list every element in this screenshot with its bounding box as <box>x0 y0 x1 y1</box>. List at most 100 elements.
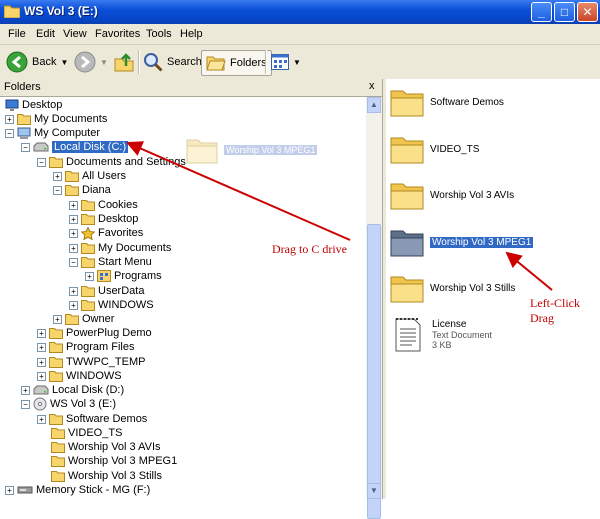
file-size-label: 3 KB <box>432 340 452 350</box>
expand-icon[interactable]: + <box>69 228 78 238</box>
tree-item-worship-vol-3-avis[interactable]: Worship Vol 3 AVIs <box>51 440 161 454</box>
expand-icon[interactable]: + <box>37 371 46 381</box>
folder-icon <box>65 171 79 182</box>
folder-icon <box>51 471 65 482</box>
tree-item-label: Cookies <box>98 199 138 211</box>
content-item-software-demos[interactable]: Software Demos <box>390 87 504 117</box>
tree-item-program-files[interactable]: + Program Files <box>37 340 134 354</box>
expand-icon[interactable]: + <box>5 485 14 495</box>
collapse-icon[interactable]: − <box>21 142 30 152</box>
tree-item-label: Local Disk (C:) <box>52 141 129 153</box>
up-folder-button[interactable] <box>114 50 134 74</box>
tree-item-owner[interactable]: + Owner <box>53 312 114 326</box>
minimize-button[interactable]: _ <box>531 2 552 22</box>
forward-button[interactable]: ▼ <box>74 50 108 74</box>
menu-tools[interactable]: Tools <box>146 28 172 40</box>
favorites-icon <box>81 226 95 240</box>
tree-item-cookies[interactable]: + Cookies <box>69 198 138 212</box>
close-folders-pane-button[interactable]: x <box>369 80 375 92</box>
tree-item-worship-vol-3-stills[interactable]: Worship Vol 3 Stills <box>51 469 162 483</box>
expand-icon[interactable]: + <box>37 328 46 338</box>
content-item-worship-vol-3-stills[interactable]: Worship Vol 3 Stills <box>390 273 515 303</box>
folders-pane-title: Folders <box>4 81 41 93</box>
expand-icon[interactable]: + <box>69 243 78 253</box>
tree-item-label: My Computer <box>34 127 101 139</box>
forward-dropdown-icon[interactable]: ▼ <box>100 58 108 67</box>
menu-view[interactable]: View <box>63 28 87 40</box>
folder-icon <box>390 137 424 164</box>
tree-item-video-ts[interactable]: VIDEO_TS <box>51 426 122 440</box>
content-item-worship-vol-3-avis[interactable]: Worship Vol 3 AVIs <box>390 180 514 210</box>
tree-item-userdata[interactable]: + UserData <box>69 284 144 298</box>
expand-icon[interactable]: + <box>5 114 14 124</box>
maximize-button[interactable]: □ <box>554 2 575 22</box>
tree-item-all-users[interactable]: + All Users <box>53 169 126 183</box>
search-button[interactable]: Search <box>143 50 202 74</box>
tree-item-label: Software Demos <box>66 413 148 425</box>
tree-item-local-disk-c[interactable]: − Local Disk (C:) <box>21 140 129 154</box>
expand-icon[interactable]: + <box>37 342 46 352</box>
expand-icon[interactable]: + <box>69 200 78 210</box>
toolbar: Back ▼ ▼ Search Folders ▼ <box>0 45 600 80</box>
menu-edit[interactable]: Edit <box>36 28 55 40</box>
tree-item-memory-stick-f[interactable]: + Memory Stick - MG (F:) <box>5 483 150 497</box>
expand-icon[interactable]: + <box>69 286 78 296</box>
window-title: WS Vol 3 (E:) <box>24 4 98 18</box>
content-item-license[interactable]: License Text Document 3 KB <box>394 317 492 353</box>
expand-icon[interactable]: + <box>53 314 62 324</box>
scroll-up-arrow-icon[interactable]: ▲ <box>367 97 381 113</box>
drag-ghost-label: Worship Vol 3 MPEG1 <box>224 145 318 155</box>
tree-item-ws-vol-3-e[interactable]: − WS Vol 3 (E:) <box>21 397 116 411</box>
collapse-icon[interactable]: − <box>5 128 14 138</box>
views-dropdown-icon[interactable]: ▼ <box>293 58 301 67</box>
tree-item-label: Desktop <box>22 99 63 111</box>
tree-item-diana[interactable]: − Diana <box>53 183 111 197</box>
back-button[interactable]: Back ▼ <box>6 50 68 74</box>
content-item-worship-vol-3-mpeg1[interactable]: Worship Vol 3 MPEG1 <box>390 227 534 257</box>
collapse-icon[interactable]: − <box>21 399 30 409</box>
search-icon <box>144 53 163 72</box>
menu-favorites[interactable]: Favorites <box>95 28 140 40</box>
views-button[interactable]: ▼ <box>271 50 301 74</box>
collapse-icon[interactable]: − <box>69 257 78 267</box>
content-pane: Software Demos VIDEO_TS Worship Vol 3 AV… <box>386 79 600 499</box>
tree-item-windows[interactable]: + WINDOWS <box>37 369 122 383</box>
tree-item-local-disk-d[interactable]: + Local Disk (D:) <box>21 383 124 397</box>
tree-item-desktop[interactable]: Desktop <box>5 98 62 112</box>
tree-item-programs[interactable]: + Programs <box>85 269 162 283</box>
folder-icon <box>49 342 63 353</box>
folder-icon <box>51 428 65 439</box>
tree-scrollbar[interactable]: ▲ ▼ <box>366 97 382 519</box>
tree-item-diana-desktop[interactable]: + Desktop <box>69 212 138 226</box>
tree-item-documents-and-settings[interactable]: − Documents and Settings <box>37 155 186 169</box>
tree-item-favorites[interactable]: + Favorites <box>69 226 143 240</box>
tree-item-my-documents[interactable]: + My Documents <box>5 112 107 126</box>
content-item-label: Worship Vol 3 Stills <box>430 282 516 294</box>
tree-item-diana-windows[interactable]: + WINDOWS <box>69 298 154 312</box>
menu-help[interactable]: Help <box>180 28 203 40</box>
expand-icon[interactable]: + <box>37 357 46 367</box>
tree-item-label: VIDEO_TS <box>68 427 123 439</box>
collapse-icon[interactable]: − <box>53 185 62 195</box>
tree-item-software-demos[interactable]: + Software Demos <box>37 412 147 426</box>
tree-item-start-menu[interactable]: − Start Menu <box>69 255 152 269</box>
scroll-down-arrow-icon[interactable]: ▼ <box>367 483 381 499</box>
close-button[interactable]: ✕ <box>577 2 598 22</box>
expand-icon[interactable]: + <box>69 300 78 310</box>
tree-item-diana-my-documents[interactable]: + My Documents <box>69 241 171 255</box>
tree-item-powerplug-demo[interactable]: + PowerPlug Demo <box>37 326 152 340</box>
folders-button[interactable]: Folders <box>201 50 272 76</box>
tree-item-twwpc-temp[interactable]: + TWWPC_TEMP <box>37 355 145 369</box>
expand-icon[interactable]: + <box>69 214 78 224</box>
scrollbar-thumb[interactable] <box>367 224 381 519</box>
expand-icon[interactable]: + <box>21 385 30 395</box>
content-item-video-ts[interactable]: VIDEO_TS <box>390 134 479 164</box>
tree-item-my-computer[interactable]: − My Computer <box>5 126 100 140</box>
menu-file[interactable]: File <box>8 28 26 40</box>
tree-item-worship-vol-3-mpeg1[interactable]: Worship Vol 3 MPEG1 <box>51 454 177 468</box>
expand-icon[interactable]: + <box>53 171 62 181</box>
expand-icon[interactable]: + <box>85 271 94 281</box>
back-dropdown-icon[interactable]: ▼ <box>60 58 68 67</box>
expand-icon[interactable]: + <box>37 414 46 424</box>
collapse-icon[interactable]: − <box>37 157 46 167</box>
